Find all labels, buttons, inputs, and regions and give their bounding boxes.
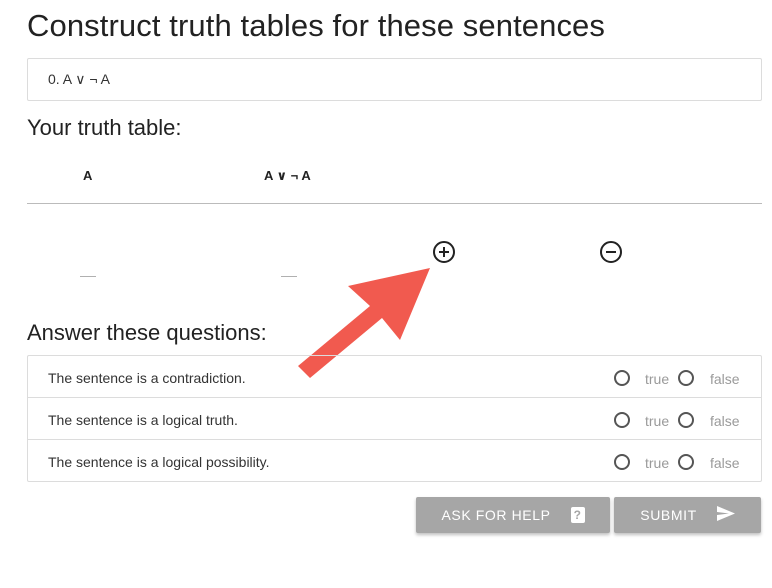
false-radio[interactable]: [678, 370, 694, 386]
true-label: true: [645, 455, 670, 471]
ask-for-help-button[interactable]: ASK FOR HELP ?: [416, 497, 610, 533]
question-row: The sentence is a contradiction. true fa…: [28, 356, 761, 398]
question-mark-icon: ?: [570, 507, 585, 523]
question-row: The sentence is a logical possibility. t…: [28, 440, 761, 481]
false-label: false: [710, 371, 740, 387]
page-title: Construct truth tables for these sentenc…: [27, 8, 606, 43]
submit-label: SUBMIT: [640, 507, 697, 523]
question-text: The sentence is a contradiction.: [48, 370, 246, 386]
false-radio[interactable]: [678, 412, 694, 428]
add-row-button[interactable]: [433, 241, 455, 263]
sentence-box: 0. A ∨ ¬ A: [27, 58, 762, 101]
true-label: true: [645, 371, 670, 387]
true-radio[interactable]: [614, 370, 630, 386]
true-radio[interactable]: [614, 412, 630, 428]
false-label: false: [710, 413, 740, 429]
true-label: true: [645, 413, 670, 429]
questions-title: Answer these questions:: [27, 320, 267, 345]
sentence-label: 0. A ∨ ¬ A: [48, 71, 111, 87]
table-divider: [27, 203, 762, 204]
questions-list: The sentence is a contradiction. true fa…: [27, 355, 762, 482]
send-icon: [716, 506, 735, 524]
question-row: The sentence is a logical truth. true fa…: [28, 398, 761, 440]
submit-button[interactable]: SUBMIT: [614, 497, 761, 533]
column-header-a-or-not-a: A ∨ ¬ A: [264, 168, 311, 183]
truth-table-title: Your truth table:: [27, 115, 182, 140]
ask-for-help-label: ASK FOR HELP: [441, 507, 551, 523]
true-radio[interactable]: [614, 454, 630, 470]
false-label: false: [710, 455, 740, 471]
false-radio[interactable]: [678, 454, 694, 470]
question-text: The sentence is a logical possibility.: [48, 454, 270, 470]
column-header-a: A: [83, 168, 93, 183]
remove-row-button[interactable]: [600, 241, 622, 263]
cell-a-empty[interactable]: [80, 276, 96, 277]
question-text: The sentence is a logical truth.: [48, 412, 238, 428]
